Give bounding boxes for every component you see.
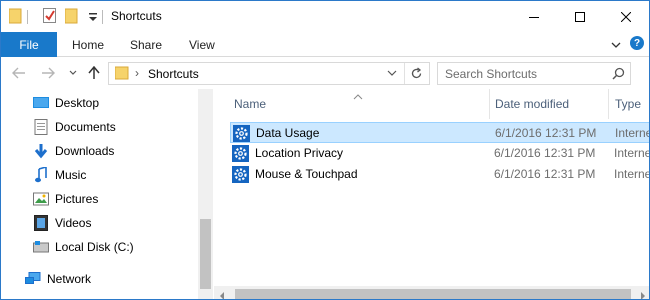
navigation-pane: Desktop Documents Downloads Music Pictur… bbox=[1, 89, 213, 299]
sidebar-item-label: Network bbox=[47, 272, 92, 286]
file-list: Name Date modified Type Data Usage 6/1/2… bbox=[214, 89, 650, 299]
sidebar-item-label: Local Disk (C:) bbox=[55, 240, 134, 254]
file-date: 6/1/2016 12:31 PM bbox=[494, 167, 596, 181]
separator bbox=[404, 63, 405, 84]
sort-ascending-icon bbox=[353, 89, 365, 100]
network-icon bbox=[25, 271, 41, 287]
explorer-window: Shortcuts File Home Share View ? › Short… bbox=[0, 0, 650, 300]
new-folder-icon[interactable] bbox=[64, 8, 79, 24]
table-row[interactable]: Mouse & Touchpad 6/1/2016 12:31 PM Inter… bbox=[230, 164, 650, 185]
sidebar-item-downloads[interactable]: Downloads bbox=[33, 140, 114, 162]
recent-locations-icon[interactable] bbox=[65, 65, 81, 81]
minimize-button[interactable] bbox=[511, 1, 557, 32]
address-bar[interactable]: › Shortcuts bbox=[108, 62, 430, 85]
file-date: 6/1/2016 12:31 PM bbox=[494, 146, 596, 160]
file-type: Interne bbox=[615, 126, 650, 140]
maximize-icon bbox=[575, 11, 585, 22]
column-header-name[interactable]: Name bbox=[234, 89, 266, 119]
sidebar-item-label: Videos bbox=[55, 216, 92, 230]
settings-shortcut-icon bbox=[232, 166, 249, 183]
sidebar-item-label: Desktop bbox=[55, 96, 100, 110]
ribbon: File Home Share View ? bbox=[1, 32, 649, 57]
minimize-icon bbox=[529, 16, 539, 18]
file-type: Interne bbox=[614, 146, 650, 160]
scroll-left-icon[interactable] bbox=[219, 289, 225, 299]
local-disk-icon bbox=[33, 239, 49, 255]
file-type: Interne bbox=[614, 167, 650, 181]
sidebar-item-local-disk[interactable]: Local Disk (C:) bbox=[33, 236, 134, 258]
address-row: › Shortcuts Search Shortcuts bbox=[1, 58, 649, 88]
breadcrumb[interactable]: Shortcuts bbox=[148, 67, 199, 81]
search-placeholder: Search Shortcuts bbox=[445, 67, 538, 81]
column-header-type[interactable]: Type bbox=[615, 89, 641, 119]
separator bbox=[102, 10, 103, 24]
downloads-icon bbox=[33, 143, 49, 159]
forward-arrow-icon[interactable] bbox=[40, 65, 56, 81]
window-title: Shortcuts bbox=[111, 9, 162, 23]
refresh-icon[interactable] bbox=[410, 67, 423, 83]
sidebar-item-videos[interactable]: Videos bbox=[33, 212, 91, 234]
close-button[interactable] bbox=[603, 1, 649, 32]
tab-share[interactable]: Share bbox=[130, 32, 162, 57]
table-row[interactable]: Location Privacy 6/1/2016 12:31 PM Inter… bbox=[230, 143, 650, 164]
search-icon[interactable] bbox=[612, 67, 625, 83]
breadcrumb-chevron-icon[interactable]: › bbox=[135, 66, 139, 80]
back-arrow-icon[interactable] bbox=[11, 65, 27, 81]
sidebar-item-label: Downloads bbox=[55, 144, 115, 158]
desktop-icon bbox=[33, 95, 49, 111]
settings-shortcut-icon bbox=[233, 125, 250, 142]
expand-ribbon-icon[interactable] bbox=[611, 39, 621, 53]
file-name: Mouse & Touchpad bbox=[255, 167, 358, 181]
scrollbar-thumb[interactable] bbox=[200, 219, 211, 289]
sidebar-item-documents[interactable]: Documents bbox=[33, 116, 116, 138]
address-dropdown-icon[interactable] bbox=[387, 67, 397, 81]
sidebar-item-music[interactable]: Music bbox=[33, 164, 86, 186]
tab-home[interactable]: Home bbox=[72, 32, 104, 57]
properties-icon[interactable] bbox=[43, 8, 57, 24]
sidebar-item-label: Pictures bbox=[55, 192, 99, 206]
sidebar-item-desktop[interactable]: Desktop bbox=[33, 92, 99, 114]
search-input[interactable]: Search Shortcuts bbox=[437, 62, 631, 85]
column-header-date[interactable]: Date modified bbox=[495, 89, 569, 119]
sidebar-item-network[interactable]: Network bbox=[25, 268, 91, 290]
scroll-right-icon[interactable] bbox=[640, 289, 646, 299]
videos-icon bbox=[33, 215, 49, 231]
scrollbar-thumb[interactable] bbox=[235, 289, 631, 299]
customize-toolbar-icon[interactable] bbox=[87, 8, 101, 24]
column-divider[interactable] bbox=[608, 89, 609, 119]
file-name: Data Usage bbox=[256, 126, 320, 140]
column-divider[interactable] bbox=[489, 89, 490, 119]
sidebar-item-label: Music bbox=[55, 168, 87, 182]
help-icon[interactable]: ? bbox=[630, 36, 644, 50]
file-date: 6/1/2016 12:31 PM bbox=[495, 126, 597, 140]
sidebar-item-label: Documents bbox=[55, 120, 116, 134]
folder-icon bbox=[114, 66, 129, 83]
title-bar: Shortcuts bbox=[1, 1, 649, 32]
up-arrow-icon[interactable] bbox=[86, 65, 102, 81]
close-icon bbox=[621, 11, 631, 22]
settings-shortcut-icon bbox=[232, 145, 249, 162]
folder-icon bbox=[8, 8, 23, 24]
pictures-icon bbox=[33, 191, 49, 207]
maximize-button[interactable] bbox=[557, 1, 603, 32]
sidebar-item-pictures[interactable]: Pictures bbox=[33, 188, 98, 210]
file-name: Location Privacy bbox=[255, 146, 344, 160]
table-row[interactable]: Data Usage 6/1/2016 12:31 PM Interne bbox=[230, 122, 650, 143]
music-icon bbox=[33, 167, 49, 183]
documents-icon bbox=[33, 119, 49, 135]
tab-view[interactable]: View bbox=[189, 32, 215, 57]
separator bbox=[27, 10, 28, 24]
tab-file[interactable]: File bbox=[1, 32, 57, 57]
